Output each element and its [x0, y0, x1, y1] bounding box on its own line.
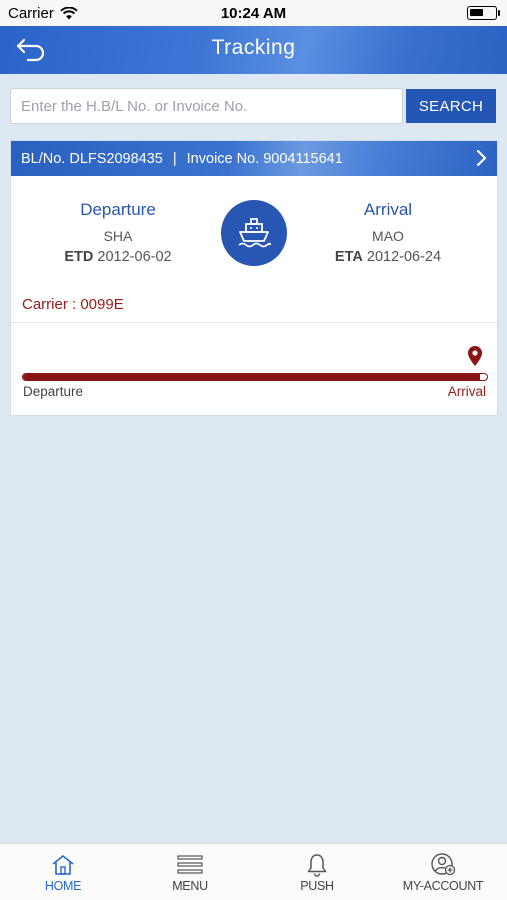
arrival-heading: Arrival	[363, 200, 413, 219]
eta-value: 2012-06-24	[366, 249, 442, 265]
search-input[interactable]	[10, 88, 403, 124]
clock: 10:24 AM	[220, 5, 287, 22]
app-header: Tracking	[0, 26, 507, 74]
tab-my-account[interactable]: MY-ACCOUNT	[388, 852, 498, 893]
search-bar: SEARCH	[10, 88, 497, 124]
bottom-tab-bar: HOME MENU PUSH MY-ACCOUNT	[0, 843, 507, 900]
departure-info: Departure SHA ETD 2012-06-02	[18, 200, 218, 265]
shipment-card: BL/No. DLFS2098435 | Invoice No. 9004115…	[10, 140, 498, 416]
arrival-date: ETA 2012-06-24	[288, 249, 488, 265]
tab-my-account-label: MY-ACCOUNT	[402, 879, 484, 893]
tab-push-label: PUSH	[300, 879, 334, 893]
etd-value: 2012-06-02	[97, 249, 172, 265]
progress-fill	[23, 374, 481, 380]
account-icon	[431, 853, 456, 876]
shipment-card-header[interactable]: BL/No. DLFS2098435 | Invoice No. 9004115…	[11, 141, 497, 176]
departure-heading: Departure	[80, 200, 156, 219]
carrier-code: Carrier : 0099E	[22, 296, 124, 313]
etd-label: ETD	[64, 249, 94, 265]
page-title: Tracking	[211, 36, 296, 59]
arrival-info: Arrival MAO ETA 2012-06-24	[288, 200, 488, 265]
ship-icon	[238, 218, 271, 248]
progress-bar	[22, 373, 488, 381]
search-button[interactable]: SEARCH	[406, 89, 496, 123]
battery-icon	[467, 6, 500, 20]
eta-label: ETA	[334, 249, 363, 265]
bell-icon	[307, 854, 327, 877]
chevron-right-icon	[476, 149, 487, 167]
departure-port: SHA	[103, 228, 133, 244]
ship-badge	[221, 200, 287, 266]
progress-section: Departure Arrival	[11, 323, 497, 415]
route-section: Departure SHA ETD 2012-06-02 Arrival MAO…	[11, 176, 497, 322]
invoice-number: Invoice No. 9004115641	[186, 150, 343, 167]
menu-icon	[177, 855, 203, 874]
progress-end-label: Arrival	[447, 384, 486, 399]
progress-start-label: Departure	[23, 384, 84, 399]
tab-menu-label: MENU	[172, 879, 208, 893]
bl-number: BL/No. DLFS2098435	[21, 150, 163, 167]
header-separator: |	[172, 150, 177, 167]
home-icon	[52, 855, 74, 875]
tab-menu[interactable]: MENU	[135, 852, 245, 893]
status-bar: Carrier 10:24 AM	[0, 0, 507, 26]
location-pin-icon	[468, 346, 482, 366]
departure-date: ETD 2012-06-02	[18, 249, 218, 265]
tab-push[interactable]: PUSH	[262, 852, 372, 893]
arrival-port: MAO	[372, 228, 404, 244]
tab-home[interactable]: HOME	[8, 852, 118, 893]
tab-home-label: HOME	[44, 879, 82, 893]
